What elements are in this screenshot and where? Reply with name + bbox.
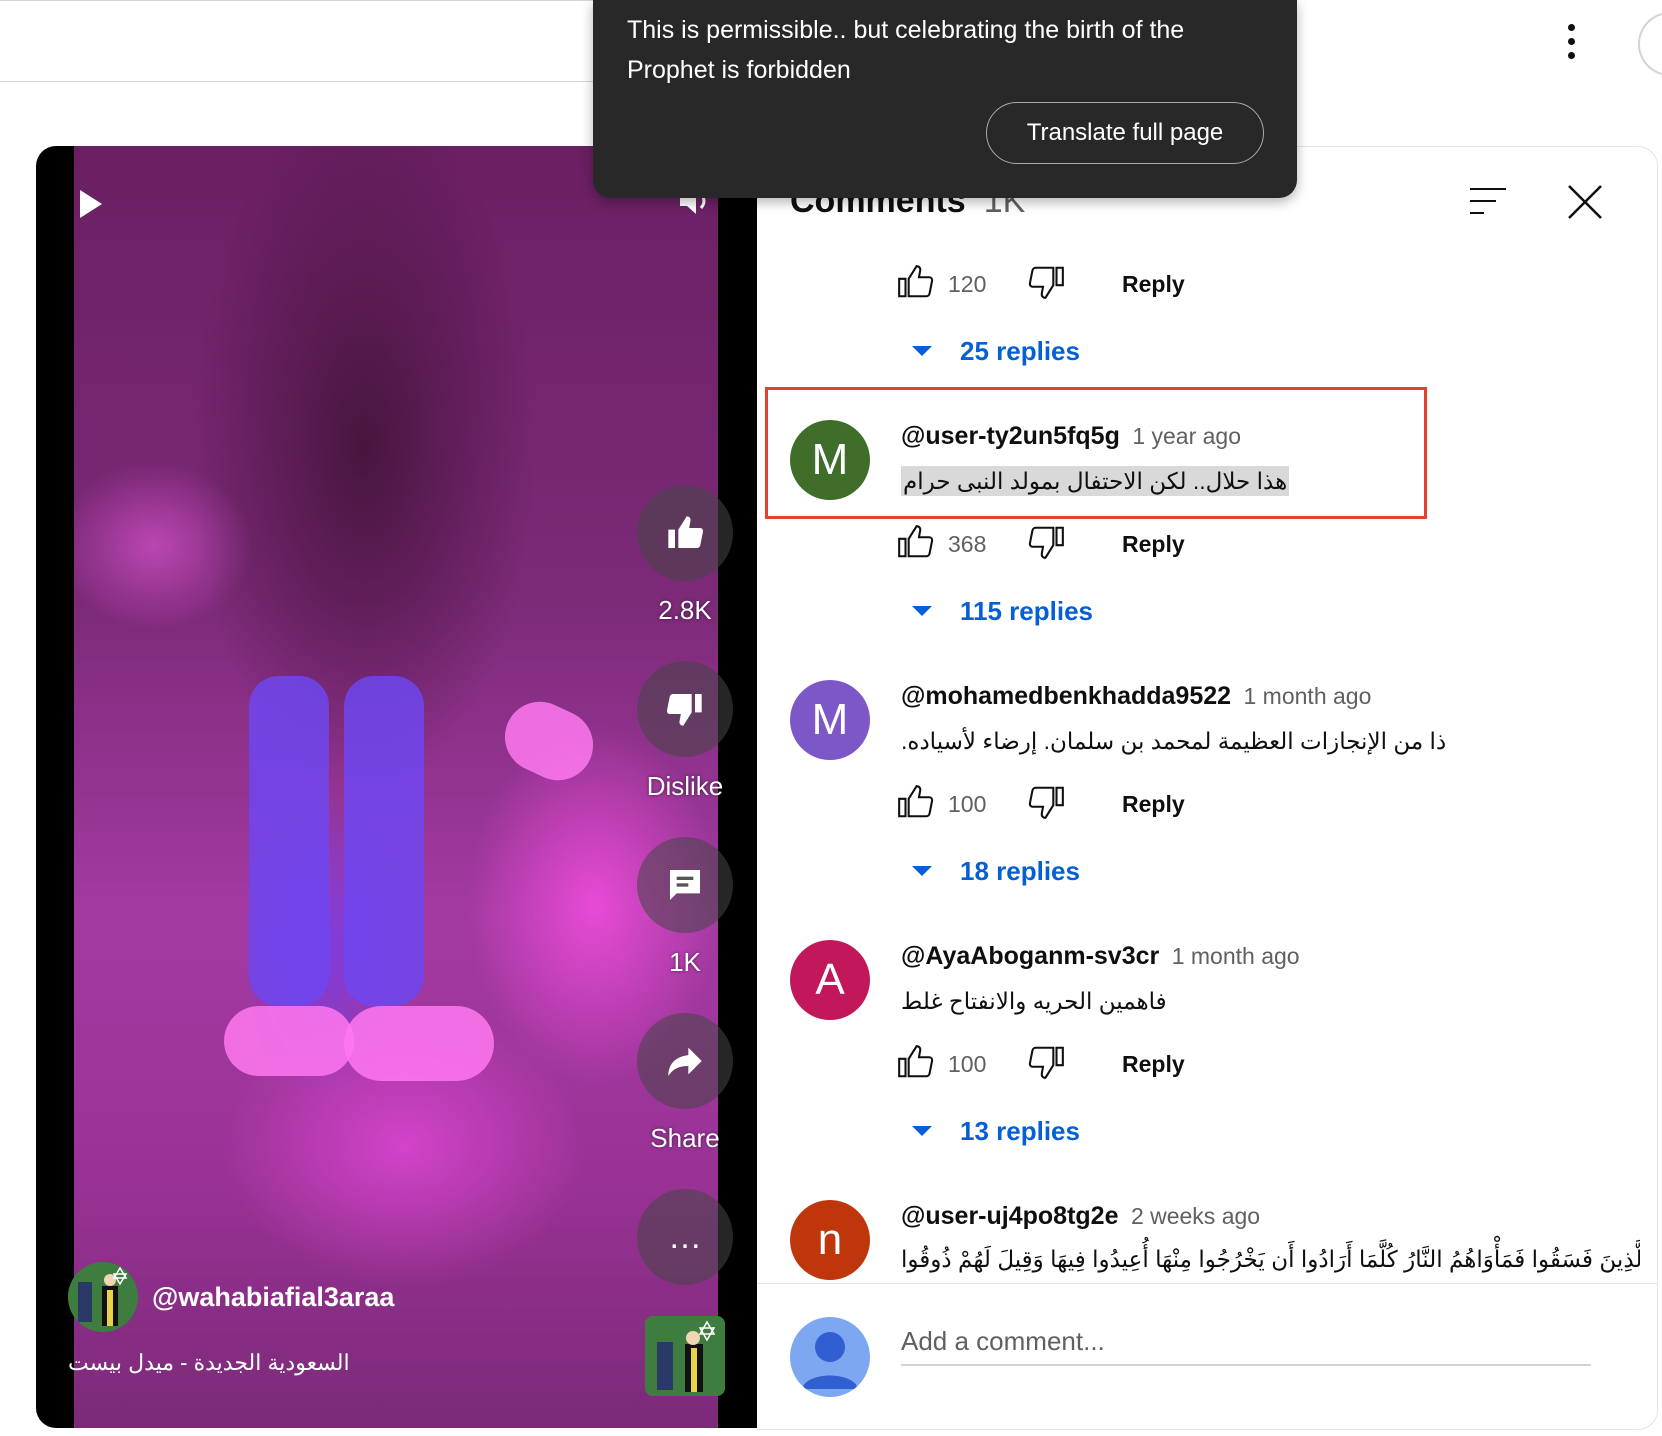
more-horizontal-icon: … — [637, 1189, 733, 1285]
channel-info[interactable]: @wahabiafial3araa — [68, 1262, 394, 1332]
video-title: السعودية الجديدة - ميدل بيست — [68, 1350, 350, 1375]
dislike-button[interactable]: Dislike — [637, 661, 733, 802]
view-replies-button[interactable]: 115 replies — [912, 591, 1093, 631]
thumb-up-icon — [637, 485, 733, 581]
user-avatar — [790, 1317, 870, 1397]
thumb-down-icon — [637, 661, 733, 757]
translated-text: This is permissible.. but celebrating th… — [627, 16, 1185, 84]
thumb-up-icon[interactable] — [896, 523, 934, 566]
comment-text: فاهمين الحريه والانفتاح غلط — [901, 988, 1167, 1014]
account-avatar[interactable] — [1638, 12, 1662, 76]
comment-text: هذا حلال.. لكن الاحتفال بمولد النبى حرام — [901, 466, 1290, 496]
like-button[interactable]: 2.8K — [637, 485, 733, 626]
thumb-up-icon[interactable] — [896, 263, 934, 306]
like-count: 120 — [948, 270, 987, 297]
thumb-down-icon[interactable] — [1028, 1043, 1066, 1086]
translate-full-page-button[interactable]: Translate full page — [986, 102, 1264, 164]
play-icon[interactable] — [80, 190, 102, 218]
comment-actions: 368 Reply — [896, 522, 1185, 566]
add-comment-input[interactable] — [901, 1318, 1591, 1366]
share-button[interactable]: Share — [637, 1013, 733, 1154]
view-replies-button[interactable]: 18 replies — [912, 851, 1080, 891]
translate-popup: This is permissible.. but celebrating th… — [593, 0, 1297, 198]
comment-time[interactable]: 1 month ago — [1172, 943, 1300, 969]
reply-button[interactable]: Reply — [1122, 271, 1185, 298]
comment-avatar[interactable]: A — [790, 940, 870, 1020]
comment-time[interactable]: 1 year ago — [1132, 423, 1241, 449]
more-options-icon[interactable] — [1565, 24, 1577, 64]
comment-author[interactable]: @mohamedbenkhadda9522 — [901, 682, 1231, 710]
comment-item: n @user-uj4po8tg2e 2 weeks ago وَأَمَّا … — [790, 1200, 1640, 1282]
like-count: 368 — [948, 530, 987, 557]
reply-button[interactable]: Reply — [1122, 531, 1185, 558]
share-label: Share — [650, 1123, 720, 1153]
dislike-label: Dislike — [646, 771, 724, 801]
search-bar[interactable] — [0, 0, 631, 82]
channel-avatar[interactable] — [68, 1262, 138, 1332]
thumb-up-icon[interactable] — [896, 783, 934, 826]
reply-button[interactable]: Reply — [1122, 1051, 1185, 1078]
thumb-down-icon[interactable] — [1028, 523, 1066, 566]
comment-actions: 120 Reply — [896, 262, 1185, 306]
comments-button[interactable]: 1K — [637, 837, 733, 978]
thumb-down-icon[interactable] — [1028, 263, 1066, 306]
comment-icon — [637, 837, 733, 933]
comment-avatar[interactable]: n — [790, 1200, 870, 1280]
thumb-up-icon[interactable] — [896, 1043, 934, 1086]
divider — [757, 1283, 1657, 1284]
comment-author[interactable]: @AyaAboganm-sv3cr — [901, 942, 1159, 970]
chevron-down-icon — [912, 1126, 932, 1136]
comment-count: 1K — [669, 947, 701, 977]
comment-actions: 100 Reply — [896, 782, 1185, 826]
channel-thumbnail[interactable] — [645, 1316, 725, 1396]
sort-icon[interactable] — [1468, 186, 1508, 216]
comment-author[interactable]: @user-uj4po8tg2e — [901, 1202, 1118, 1230]
chevron-down-icon — [912, 346, 932, 356]
comment-text: وَأَمَّا الَّذِينَ فَسَقُوا فَمَأْوَاهُم… — [901, 1246, 1640, 1272]
reply-button[interactable]: Reply — [1122, 791, 1185, 818]
view-replies-button[interactable]: 13 replies — [912, 1111, 1080, 1151]
comment-author[interactable]: @user-ty2un5fq5g — [901, 422, 1120, 450]
comment-avatar[interactable]: M — [790, 420, 870, 500]
thumb-down-icon[interactable] — [1028, 783, 1066, 826]
chevron-down-icon — [912, 866, 932, 876]
comment-time[interactable]: 2 weeks ago — [1131, 1203, 1260, 1229]
channel-name[interactable]: @wahabiafial3araa — [152, 1282, 394, 1313]
comment-avatar[interactable]: M — [790, 680, 870, 760]
comment-text: ذا من الإنجازات العظيمة لمحمد بن سلمان. … — [901, 728, 1447, 754]
more-actions-button[interactable]: … — [637, 1189, 733, 1285]
like-count: 100 — [948, 1050, 987, 1077]
chevron-down-icon — [912, 606, 932, 616]
like-count: 100 — [948, 790, 987, 817]
share-icon — [637, 1013, 733, 1109]
video-frame — [74, 146, 718, 1428]
comment-time[interactable]: 1 month ago — [1244, 683, 1372, 709]
view-replies-button[interactable]: 25 replies — [912, 331, 1080, 371]
like-count: 2.8K — [658, 595, 712, 625]
comment-actions: 100 Reply — [896, 1042, 1185, 1086]
close-icon[interactable] — [1565, 182, 1605, 222]
